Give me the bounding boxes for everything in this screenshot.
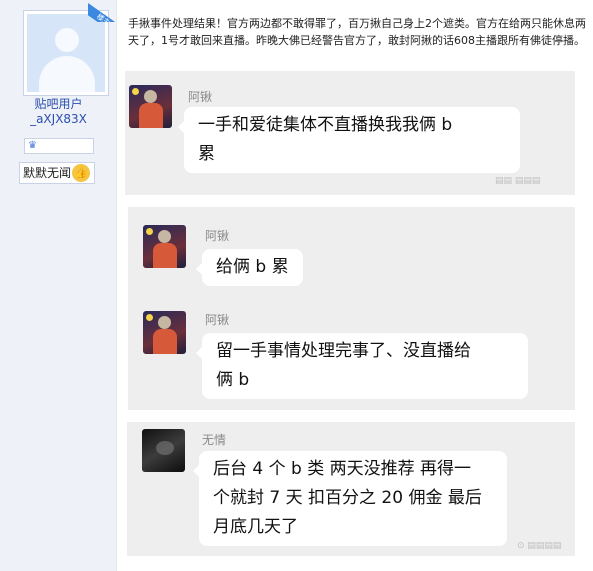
watermark: ⊙ ▤▤▤▤ [517, 541, 562, 551]
message-line: 留一手事情处理完事了、没直播给 [216, 341, 471, 361]
message-bubble: 给俩 b 累 [196, 249, 303, 286]
user-avatar[interactable] [23, 10, 109, 96]
message-line: 月底几天了 [213, 517, 298, 537]
message-line: 累 [198, 144, 215, 164]
message-bubble: 后台 4 个 b 类 两天没推荐 再得一 个就封 7 天 扣百分之 20 佣金 … [193, 451, 507, 546]
user-info-column: 楼主 贴吧用户 _aXJX83X ♛ 默默无闻 👍 [0, 0, 118, 571]
level-badge[interactable]: ♛ [24, 138, 94, 154]
username-link[interactable]: 贴吧用户 _aXJX83X [0, 97, 117, 127]
message-line: 给俩 b 累 [216, 257, 289, 277]
message-line: 后台 4 个 b 类 两天没推荐 再得一 [213, 459, 472, 479]
sender-avatar [129, 85, 172, 128]
watermark: ▤▤ ▤▤▤ [495, 176, 541, 186]
thumbs-up-icon: 👍 [72, 164, 90, 182]
sender-avatar [143, 311, 186, 354]
sender-name: 阿锹 [188, 90, 213, 104]
chat-screenshot-2: 阿锹 给俩 b 累 阿锹 留一手事情处理完事了、没直播给 俩 b [128, 207, 575, 410]
chat-screenshot-3: 无情 后台 4 个 b 类 两天没推荐 再得一 个就封 7 天 扣百分之 20 … [127, 422, 575, 556]
op-corner-badge: 楼主 [88, 0, 118, 22]
sender-name: 无情 [202, 433, 227, 447]
message-bubble: 一手和爱徒集体不直播换我我俩 b 累 [178, 107, 520, 173]
message-line: 个就封 7 天 扣百分之 20 佣金 最后 [213, 488, 482, 508]
chat-screenshot-1: 阿锹 一手和爱徒集体不直播换我我俩 b 累 ▤▤ ▤▤▤ [125, 71, 575, 195]
sender-name: 阿锹 [205, 229, 230, 243]
username-line2: _aXJX83X [30, 112, 87, 126]
sender-name: 阿锹 [205, 313, 230, 327]
post-body-text: 手揪事件处理结果！官方两边都不敢得罪了，百万揪自己身上2个遮类。官方在给两只能休… [128, 17, 586, 47]
sender-avatar [142, 429, 185, 472]
sender-avatar [143, 225, 186, 268]
message-line: 俩 b [216, 370, 250, 390]
default-avatar-image [27, 14, 105, 92]
message-bubble: 留一手事情处理完事了、没直播给 俩 b [196, 333, 528, 399]
username-line1: 贴吧用户 [34, 97, 83, 111]
rank-label: 默默无闻 [23, 166, 72, 180]
rank-badge[interactable]: 默默无闻 👍 [19, 162, 95, 184]
message-line: 一手和爱徒集体不直播换我我俩 b [198, 115, 453, 135]
crown-level-icon: ♛ [28, 140, 37, 151]
